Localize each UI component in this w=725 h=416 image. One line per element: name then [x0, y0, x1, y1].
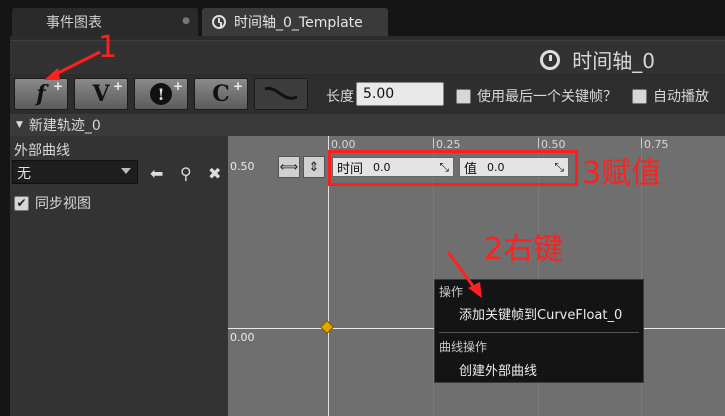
annotation-arrows [44, 50, 482, 298]
